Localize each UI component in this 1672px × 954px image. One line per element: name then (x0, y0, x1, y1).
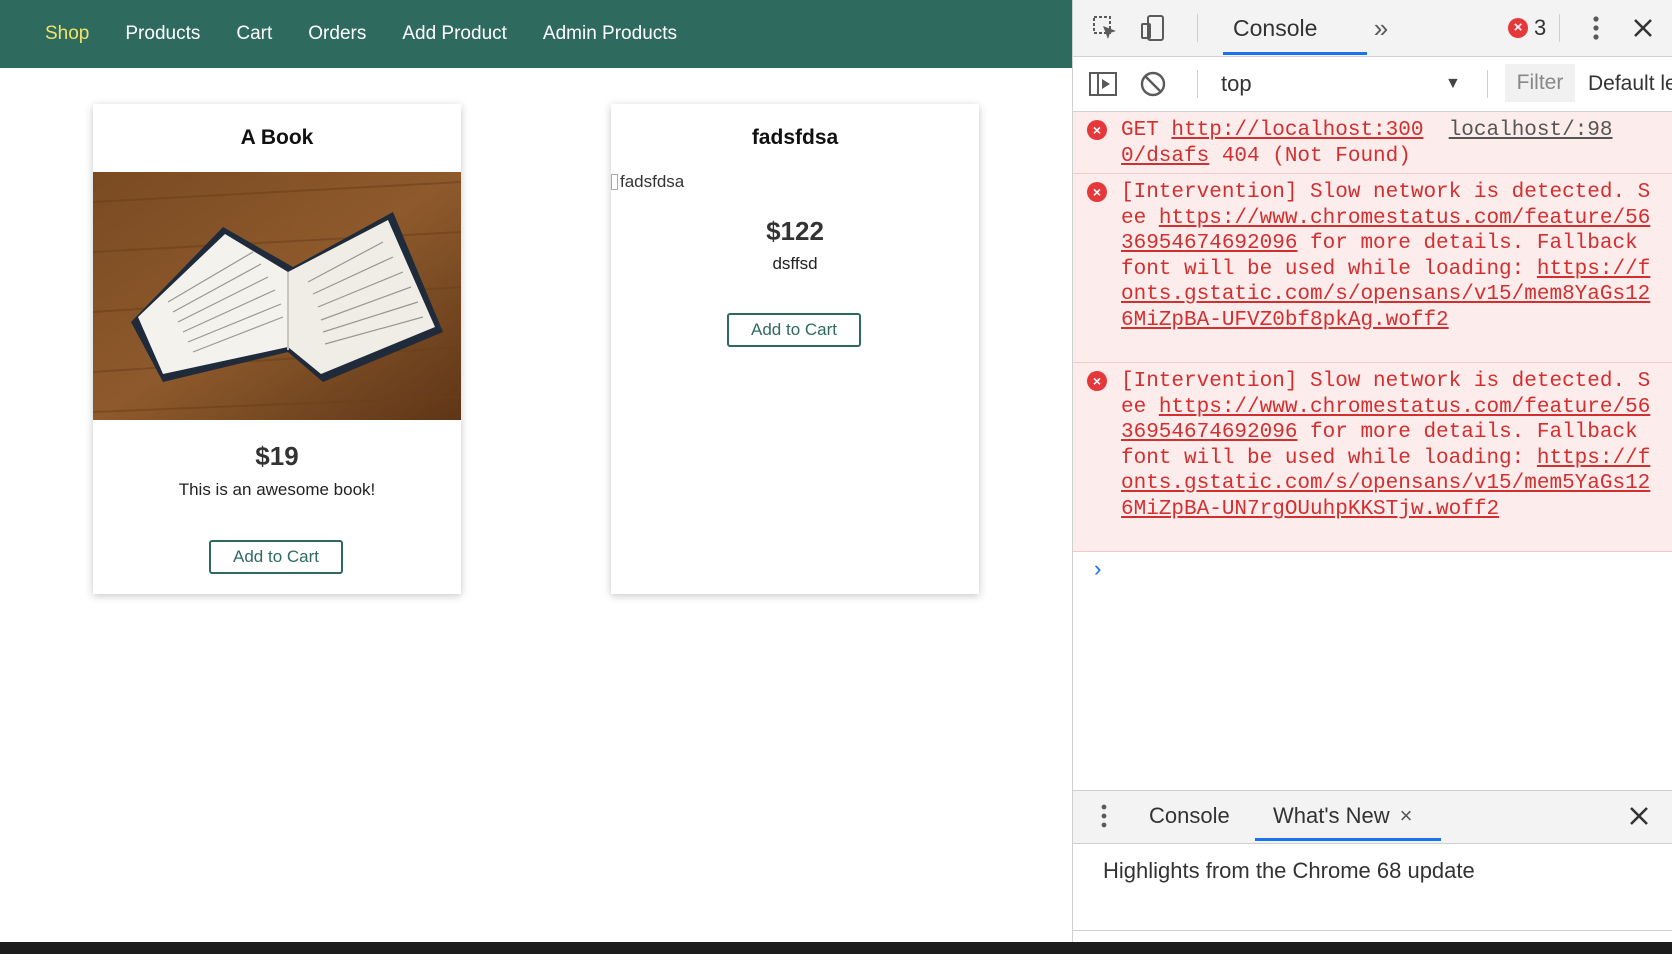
console-message-text: [Intervention] Slow network is detected.… (1121, 181, 1651, 332)
filter-input[interactable]: Filter (1505, 64, 1575, 102)
add-to-cart-button[interactable]: Add to Cart (727, 313, 861, 347)
kebab-menu-icon[interactable] (1581, 12, 1611, 44)
whats-new-heading: Highlights from the Chrome 68 update (1103, 858, 1475, 883)
message-link[interactable]: https://www.chromestatus.com/feature/563… (1121, 396, 1650, 445)
product-price: $19 (255, 441, 299, 471)
message-link[interactable]: 0/dsafs (1121, 145, 1209, 168)
message-link[interactable]: https://fonts.gstatic.com/s/opensans/v15… (1121, 258, 1650, 332)
context-select[interactable]: top (1221, 57, 1252, 111)
error-count-badge[interactable]: × 3 (1508, 14, 1546, 42)
inspect-element-icon[interactable] (1089, 12, 1121, 44)
product-card: A Book $19 This is an awesome book! Add … (92, 104, 462, 594)
error-icon: × (1087, 182, 1107, 202)
tab-active-indicator (1223, 52, 1367, 55)
drawer-tab-whats-new[interactable]: What's New × (1273, 790, 1413, 842)
product-image-alt: fadsfdsa (620, 172, 685, 191)
drawer-tab-console[interactable]: Console (1149, 790, 1230, 842)
product-description: This is an awesome book! (178, 480, 376, 499)
nav-products[interactable]: Products (125, 23, 200, 45)
chevron-down-icon[interactable]: ▼ (1445, 57, 1461, 111)
product-title: fadsfdsa (751, 126, 839, 149)
main-nav: Shop Products Cart Orders Add Product Ad… (45, 0, 713, 68)
nav-orders[interactable]: Orders (308, 23, 366, 45)
broken-image-icon (611, 174, 618, 190)
main-header: Shop Products Cart Orders Add Product Ad… (0, 0, 1072, 68)
drawer-divider (1073, 930, 1672, 931)
drawer-tab-label: What's New (1273, 803, 1390, 828)
close-tab-icon[interactable]: × (1400, 803, 1413, 829)
log-levels-select[interactable]: Default levels (1588, 57, 1672, 111)
window-bottom-edge (0, 942, 1672, 954)
product-title: A Book (240, 126, 314, 149)
filter-separator (1487, 70, 1488, 98)
product-price: $122 (766, 216, 824, 246)
console-message-text: [Intervention] Slow network is detected.… (1121, 370, 1651, 521)
more-tabs-icon[interactable]: » (1365, 12, 1397, 44)
drawer-active-indicator (1255, 838, 1441, 841)
console-sidebar-icon[interactable] (1087, 68, 1119, 100)
product-image-broken: fadsfdsa (611, 172, 684, 192)
product-card: fadsfdsa fadsfdsa $122 dsffsd Add to Car… (611, 104, 979, 594)
error-icon: × (1087, 120, 1107, 140)
error-icon: × (1087, 371, 1107, 391)
console-message-error: × [Intervention] Slow network is detecte… (1073, 363, 1672, 552)
message-link[interactable]: http://localhost:300 (1171, 119, 1423, 142)
message-link[interactable]: https://www.chromestatus.com/feature/563… (1121, 207, 1650, 256)
product-image (92, 172, 462, 420)
devtools-panel: Console » × 3 top ▼ Filter Default level… (1072, 0, 1672, 942)
console-message-error: × [Intervention] Slow network is detecte… (1073, 174, 1672, 363)
filter-separator (1197, 70, 1198, 98)
close-drawer-icon[interactable] (1621, 800, 1657, 832)
nav-admin-products[interactable]: Admin Products (543, 23, 677, 45)
console-prompt[interactable]: › (1091, 558, 1104, 583)
drawer-menu-icon[interactable] (1091, 800, 1117, 832)
shop-page: Shop Products Cart Orders Add Product Ad… (0, 0, 1072, 942)
message-source-link[interactable]: localhost/:98 (1449, 119, 1613, 142)
tab-console[interactable]: Console (1233, 0, 1317, 56)
device-toolbar-icon[interactable] (1137, 12, 1169, 44)
nav-cart[interactable]: Cart (236, 23, 272, 45)
console-message-text: GET http://localhost:300 localhost/:98 0… (1121, 119, 1613, 168)
clear-console-icon[interactable] (1137, 68, 1169, 100)
toolbar-separator (1197, 14, 1198, 42)
product-description: dsffsd (772, 254, 818, 273)
nav-add-product[interactable]: Add Product (402, 23, 507, 45)
add-to-cart-button[interactable]: Add to Cart (209, 540, 343, 574)
message-link[interactable]: https://fonts.gstatic.com/s/opensans/v15… (1121, 447, 1650, 521)
error-icon: × (1508, 18, 1528, 38)
nav-shop[interactable]: Shop (45, 23, 89, 45)
console-message-error: × GET http://localhost:300 localhost/:98… (1073, 112, 1672, 174)
toolbar-separator (1559, 14, 1560, 42)
error-count: 3 (1534, 15, 1547, 40)
close-icon[interactable] (1625, 12, 1661, 44)
